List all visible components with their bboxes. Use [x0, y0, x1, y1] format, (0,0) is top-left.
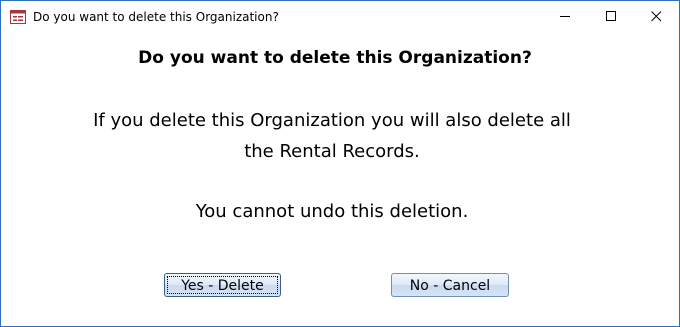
no-cancel-button[interactable]: No - Cancel: [391, 273, 509, 297]
title-bar[interactable]: Do you want to delete this Organization?: [1, 1, 679, 32]
close-button[interactable]: [633, 1, 679, 32]
window-title: Do you want to delete this Organization?: [33, 10, 279, 24]
dialog-window: Do you want to delete this Organization?…: [0, 0, 680, 327]
dialog-heading: Do you want to delete this Organization?: [138, 48, 532, 68]
message-line-3: You cannot undo this deletion.: [195, 201, 469, 222]
message-line-2: the Rental Records.: [244, 141, 420, 162]
access-form-icon[interactable]: [10, 9, 26, 24]
message-line-1: If you delete this Organization you will…: [93, 110, 571, 131]
maximize-button[interactable]: [588, 1, 634, 32]
minimize-button[interactable]: [542, 1, 588, 32]
yes-delete-button[interactable]: Yes - Delete: [164, 273, 281, 297]
